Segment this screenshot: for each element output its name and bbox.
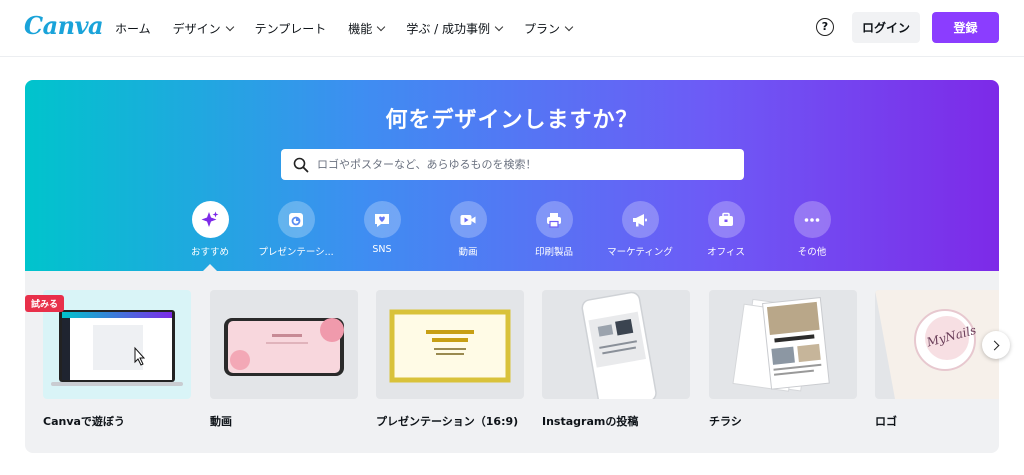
canva-logo[interactable]: Canva: [24, 11, 104, 40]
video-camera-icon: [449, 201, 487, 238]
template-label: Instagramの投稿: [542, 415, 639, 428]
category-print[interactable]: 印刷製品: [504, 201, 604, 258]
template-card-logo[interactable]: MyNails ロゴ: [875, 290, 999, 429]
category-label: マーケティング: [607, 247, 673, 258]
category-label: オフィス: [707, 247, 745, 258]
nav-design-label: デザイン: [172, 21, 221, 36]
nav-plans[interactable]: プラン: [513, 0, 583, 56]
template-thumbnail: [376, 290, 524, 399]
nav-plans-label: プラン: [524, 21, 561, 36]
template-card-playground[interactable]: Canvaで遊ぼう: [43, 290, 191, 429]
template-thumbnail: [542, 290, 690, 399]
category-bar: おすすめ プレゼンテーシ... SNS 動画 印刷製品 マーケティング オフィス…: [0, 201, 1024, 271]
help-icon[interactable]: ?: [816, 18, 834, 36]
template-thumbnail: MyNails: [875, 290, 999, 399]
nav-templates[interactable]: テンプレート: [244, 0, 338, 56]
category-label: プレゼンテーシ...: [258, 247, 334, 258]
category-label: おすすめ: [190, 247, 229, 258]
search-input[interactable]: [315, 157, 719, 172]
nav-home[interactable]: ホーム: [104, 0, 162, 56]
template-thumbnail: [210, 290, 358, 399]
nav-templates-label: テンプレート: [254, 21, 327, 36]
carousel-next-button[interactable]: [982, 331, 1010, 359]
template-thumbnail: [709, 290, 857, 399]
briefcase-icon: [707, 201, 745, 238]
chevron-down-icon: [377, 22, 386, 31]
template-gallery: Canvaで遊ぼう 動画 プレゼンテーション（16:9) Instagramの投…: [25, 271, 999, 453]
login-button[interactable]: ログイン: [852, 12, 920, 43]
category-video[interactable]: 動画: [418, 201, 518, 258]
nav-home-label: ホーム: [115, 21, 151, 36]
more-dots-icon: [793, 201, 831, 238]
template-label: プレゼンテーション（16:9): [376, 415, 519, 428]
template-thumbnail: [43, 290, 191, 399]
category-sns[interactable]: SNS: [332, 201, 432, 255]
nav-design[interactable]: デザイン: [162, 0, 244, 56]
template-label: Canvaで遊ぼう: [43, 415, 125, 428]
try-badge: 試みる: [25, 295, 65, 312]
category-marketing[interactable]: マーケティング: [590, 201, 690, 258]
chevron-right-icon: [989, 340, 1000, 350]
template-label: ロゴ: [875, 415, 897, 428]
nav-features[interactable]: 機能: [337, 0, 395, 56]
hero-title: 何をデザインしますか？: [385, 108, 639, 133]
sparkle-icon: [191, 201, 229, 238]
main-nav: ホーム デザイン テンプレート 機能 学ぶ / 成功事例 プラン: [104, 0, 583, 56]
chevron-down-icon: [494, 22, 504, 31]
category-label: その他: [797, 247, 827, 258]
category-recommended[interactable]: おすすめ: [160, 201, 260, 258]
chevron-down-icon: [564, 22, 574, 31]
category-more[interactable]: その他: [762, 201, 862, 258]
nav-learn-label: 学ぶ / 成功事例: [406, 21, 490, 36]
template-card-presentation[interactable]: プレゼンテーション（16:9): [376, 290, 524, 429]
top-navigation-bar: Canva ホーム デザイン テンプレート 機能 学ぶ / 成功事例 プラン ?…: [0, 0, 1024, 57]
category-presentation[interactable]: プレゼンテーシ...: [246, 201, 346, 258]
template-card-flyer[interactable]: チラシ: [709, 290, 857, 429]
nav-features-label: 機能: [348, 21, 373, 36]
nav-learn[interactable]: 学ぶ / 成功事例: [395, 0, 513, 56]
category-label: 動画: [458, 247, 478, 258]
category-label: 印刷製品: [534, 247, 573, 258]
template-label: 動画: [210, 415, 232, 428]
category-office[interactable]: オフィス: [676, 201, 776, 258]
chevron-down-icon: [225, 22, 234, 31]
search-bar[interactable]: [281, 149, 744, 180]
printer-icon: [535, 201, 573, 238]
category-label: SNS: [372, 244, 392, 255]
template-card-video[interactable]: 動画: [210, 290, 358, 429]
register-button[interactable]: 登録: [932, 12, 999, 43]
template-label: チラシ: [709, 415, 742, 428]
template-card-instagram[interactable]: Instagramの投稿: [542, 290, 690, 429]
megaphone-icon: [621, 201, 659, 238]
presentation-icon: [277, 201, 315, 238]
heart-chat-icon: [363, 201, 401, 238]
search-icon: [293, 157, 309, 172]
active-category-pointer: [203, 264, 217, 271]
